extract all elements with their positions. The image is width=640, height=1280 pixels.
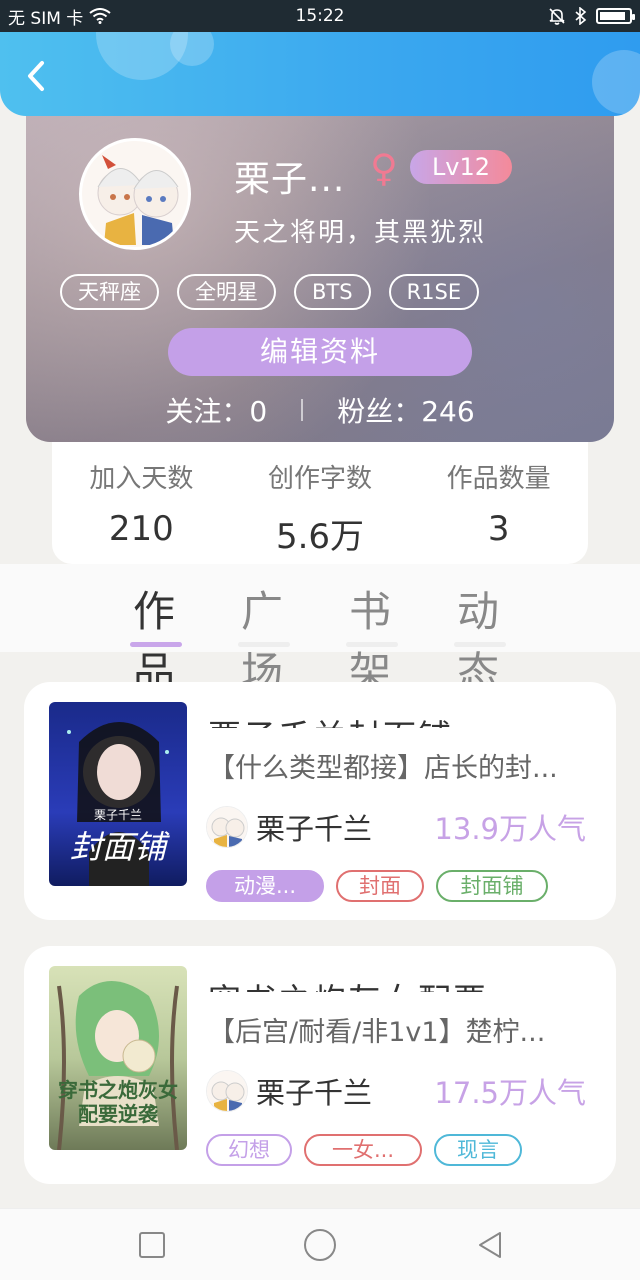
- avatar-illustration: [82, 141, 188, 247]
- divider: [301, 399, 304, 421]
- book-tag[interactable]: 封面: [336, 870, 424, 902]
- bluetooth-icon: [575, 7, 587, 25]
- cover-text-small: 栗子千兰: [93, 808, 142, 822]
- profile-name: 栗子...: [234, 159, 346, 200]
- following-count[interactable]: 关注：0: [165, 390, 267, 430]
- book-description: 【后宫/耐看/非1v1】楚柠...: [208, 1017, 546, 1048]
- book-title[interactable]: 穿书之炮灰女配要: [208, 974, 488, 992]
- tab-indicator: [346, 642, 398, 647]
- tab-indicator: [454, 642, 506, 647]
- home-button[interactable]: [302, 1227, 338, 1263]
- profile-tag: BTS: [294, 274, 371, 310]
- stat-label: 创作字数: [267, 464, 372, 494]
- cover-text-big: 穿书之炮灰女配要逆袭: [58, 1078, 178, 1126]
- follow-row: 关注：0 粉丝：246: [26, 390, 614, 430]
- avatar[interactable]: [79, 138, 191, 250]
- book-cover[interactable]: 穿书之炮灰女配要逆袭: [49, 966, 187, 1150]
- edit-profile-button[interactable]: 编辑资料: [168, 328, 472, 376]
- carrier-label: 无 SIM 卡: [8, 8, 84, 29]
- cover-text-big: 封面铺: [69, 828, 166, 866]
- system-nav-bar: [0, 1208, 640, 1280]
- book-title[interactable]: 栗子千兰封面铺: [208, 710, 453, 728]
- avatar-illustration: [207, 807, 247, 847]
- popularity: 13.9万人气: [434, 812, 586, 846]
- stat-works-count: 作品数量 3: [424, 458, 574, 564]
- book-description: 【什么类型都接】店长的封...: [208, 753, 558, 784]
- book-tag[interactable]: 封面铺: [436, 870, 548, 902]
- tabs-area: 作品 广场 书架 动态: [0, 564, 640, 697]
- back-nav-button[interactable]: [474, 1229, 506, 1261]
- author-name[interactable]: 栗子千兰: [256, 1070, 372, 1112]
- female-icon: ♀: [370, 146, 398, 190]
- tab-indicator: [130, 642, 182, 647]
- status-bar: 无 SIM 卡 15:22: [0, 0, 640, 32]
- level-badge: Lv12: [410, 150, 512, 184]
- fans-count[interactable]: 粉丝：246: [337, 390, 474, 430]
- stat-value: 3: [487, 509, 510, 549]
- decor-bubble: [592, 50, 640, 114]
- book-card[interactable]: 穿书之炮灰女配要逆袭 穿书之炮灰女配要 【后宫/耐看/非1v1】楚柠... 栗子…: [24, 946, 616, 1184]
- profile-tag: 天秤座: [60, 274, 159, 310]
- profile-tag: R1SE: [388, 274, 480, 310]
- avatar-illustration: [207, 1071, 247, 1111]
- status-right: [548, 7, 635, 25]
- chevron-left-icon: [28, 61, 44, 91]
- stat-value: 5.6万: [275, 517, 365, 557]
- stat-join-days: 加入天数 210: [66, 458, 216, 564]
- circle-icon: [304, 1229, 336, 1261]
- author-name[interactable]: 栗子千兰: [256, 806, 372, 848]
- book-card[interactable]: 栗子千兰 封面铺 栗子千兰封面铺 【什么类型都接】店长的封... 栗子千兰 13…: [24, 682, 616, 920]
- header-bar: [0, 32, 640, 116]
- profile-tag: 全明星: [177, 274, 276, 310]
- battery-icon: [596, 8, 635, 24]
- back-button[interactable]: [18, 56, 54, 96]
- stat-label: 作品数量: [446, 464, 551, 494]
- stat-word-count: 创作字数 5.6万: [245, 458, 395, 564]
- square-icon: [139, 1232, 165, 1258]
- wifi-icon: [89, 8, 111, 24]
- status-left: 无 SIM 卡: [8, 4, 111, 29]
- profile-motto: 天之将明，其黑犹烈: [234, 218, 487, 248]
- author-row: 栗子千兰 13.9万人气: [206, 806, 586, 848]
- author-row: 栗子千兰 17.5万人气: [206, 1070, 586, 1112]
- recent-apps-button[interactable]: [136, 1229, 168, 1261]
- book-tags: 动漫... 封面 封面铺: [206, 870, 548, 902]
- book-tag[interactable]: 一女...: [304, 1134, 422, 1166]
- book-tag[interactable]: 动漫...: [206, 870, 324, 902]
- popularity: 17.5万人气: [434, 1076, 586, 1110]
- tab-indicator: [238, 642, 290, 647]
- author-avatar[interactable]: [206, 1070, 248, 1112]
- profile-tags: 天秤座 全明星 BTS R1SE: [60, 274, 480, 310]
- triangle-back-icon: [479, 1232, 501, 1258]
- stats-card: 加入天数 210 创作字数 5.6万 作品数量 3: [52, 430, 588, 564]
- book-tag[interactable]: 幻想: [206, 1134, 292, 1166]
- author-avatar[interactable]: [206, 806, 248, 848]
- stat-label: 加入天数: [89, 464, 194, 494]
- bell-off-icon: [549, 8, 565, 25]
- profile-card: 栗子... ♀ Lv12 天之将明，其黑犹烈 天秤座 全明星 BTS R1SE …: [26, 110, 614, 442]
- book-tag[interactable]: 现言: [434, 1134, 522, 1166]
- book-cover[interactable]: 栗子千兰 封面铺: [49, 702, 187, 886]
- stat-value: 210: [108, 509, 174, 549]
- book-tags: 幻想 一女... 现言: [206, 1134, 522, 1166]
